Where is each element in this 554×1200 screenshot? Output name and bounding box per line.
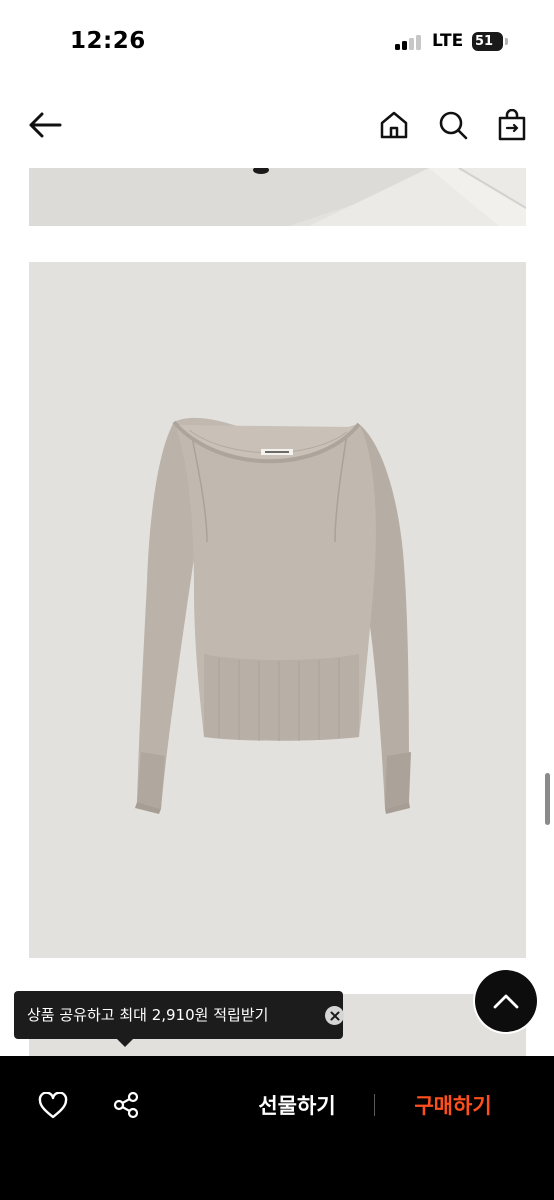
shopping-bag-button[interactable]: [490, 103, 534, 147]
heart-icon: [38, 1091, 68, 1118]
share-button[interactable]: [104, 1083, 148, 1127]
battery-cap: [505, 38, 508, 45]
network-label: LTE: [432, 31, 464, 51]
home-button[interactable]: [372, 103, 416, 147]
arrow-left-icon: [29, 112, 62, 138]
share-icon: [113, 1091, 139, 1119]
status-bar: 12:26 LTE 51: [0, 0, 554, 84]
tooltip-text: 상품 공유하고 최대 2,910원 적립받기: [27, 1006, 269, 1024]
product-photo-sweater: [29, 262, 526, 958]
share-reward-tooltip: 상품 공유하고 최대 2,910원 적립받기: [14, 991, 344, 1039]
shopping-bag-icon: [498, 109, 526, 141]
signal-icon: [395, 34, 423, 50]
scroll-to-top-button[interactable]: [475, 970, 537, 1032]
buy-button[interactable]: 구매하기: [394, 1084, 512, 1128]
status-time: 12:26: [70, 28, 146, 54]
bar-divider: [374, 1094, 375, 1116]
product-photo-previous: [29, 168, 526, 226]
search-icon: [439, 111, 468, 140]
bottom-action-bar: [0, 1056, 554, 1200]
scrollbar-thumb[interactable]: [545, 773, 550, 825]
like-button[interactable]: [31, 1083, 75, 1127]
tooltip-close-button[interactable]: [325, 1006, 344, 1025]
tooltip-pointer: [117, 1039, 133, 1047]
battery-level: 51: [474, 34, 494, 49]
battery-icon: 51: [472, 32, 503, 51]
top-nav-bar: [0, 95, 554, 159]
home-icon: [380, 111, 408, 139]
back-button[interactable]: [23, 103, 67, 147]
close-circle-icon: [330, 1011, 339, 1020]
search-button[interactable]: [431, 103, 475, 147]
gift-button[interactable]: 선물하기: [236, 1084, 358, 1128]
chevron-up-icon: [493, 994, 519, 1009]
